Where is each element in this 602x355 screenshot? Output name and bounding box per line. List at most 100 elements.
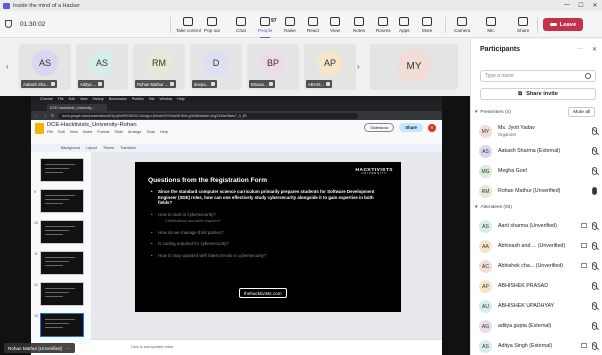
mic-off-icon[interactable] — [592, 342, 597, 350]
mac-menu-item[interactable]: Window — [159, 97, 172, 101]
mac-menu-item[interactable]: History — [93, 97, 104, 101]
participant-row[interactable]: AS Aakash Sharma (External) — [479, 143, 599, 161]
participant-row[interactable]: AU ABHISHEK UPADHYAY — [479, 298, 599, 316]
participant-row[interactable]: AS Aditya Singh (External) — [479, 338, 599, 355]
mac-menu-item[interactable]: File — [58, 97, 64, 101]
speaker-notes[interactable]: Click to add speaker notes — [91, 339, 442, 355]
rooms-button[interactable]: Rooms — [376, 14, 391, 36]
participant-tile[interactable]: AS Aditya ... — [76, 44, 128, 90]
slide-thumbnail[interactable]: 13 — [34, 313, 84, 337]
doc-menu-item[interactable]: Arrange — [128, 130, 142, 134]
participant-row[interactable]: AG aditya gupta (External) — [479, 318, 599, 336]
mac-menu-item[interactable]: Chrome — [40, 97, 53, 101]
reload-icon[interactable]: ↻ — [51, 113, 54, 118]
participant-tile[interactable]: AP ABHIS... — [304, 44, 356, 90]
view-button[interactable]: View — [330, 14, 340, 36]
participant-tile[interactable]: BP Bhawa... — [247, 44, 299, 90]
doc-menu-item[interactable]: Help — [160, 130, 168, 134]
raise-button[interactable]: Raise — [284, 14, 296, 36]
participant-row[interactable]: AS Aarti sharma (Unverified) — [479, 218, 599, 236]
mic-off-icon[interactable] — [592, 127, 597, 135]
slide-thumbnail[interactable]: 11 — [34, 251, 84, 275]
doc-menu-item[interactable]: Edit — [58, 130, 65, 134]
more-button[interactable]: More — [422, 14, 432, 36]
strip-prev-icon[interactable]: ‹ — [6, 62, 9, 71]
slides-share-button[interactable]: Share — [399, 123, 423, 132]
camera-button[interactable]: Camera — [454, 14, 470, 36]
url-field[interactable]: docs.google.com/presentation/d/1pxyDsRVE… — [58, 112, 359, 119]
participant-tile[interactable]: AS Aakash Sha... — [19, 44, 71, 90]
slide-thumbnail[interactable] — [40, 158, 84, 182]
mac-menu-item[interactable]: Edit — [69, 97, 75, 101]
pop-out-button[interactable]: Pop out — [204, 14, 220, 36]
mic-off-icon[interactable] — [592, 302, 597, 310]
doc-menu-item[interactable]: File — [47, 130, 53, 134]
mic-off-icon[interactable] — [592, 242, 597, 250]
back-icon[interactable]: ← — [35, 113, 39, 118]
doc-menu-item[interactable]: Insert — [83, 130, 93, 134]
participant-search-input[interactable]: Type a name — [480, 70, 596, 82]
strip-next-icon[interactable]: › — [357, 62, 360, 71]
share-button[interactable]: Share — [517, 14, 529, 36]
participant-tile[interactable]: MY — [370, 44, 458, 90]
more-icon[interactable]: ··· — [66, 346, 71, 351]
chat-button[interactable]: Chat — [236, 14, 246, 36]
doc-menu-item[interactable]: Tools — [146, 130, 155, 134]
take-control-button[interactable]: Take control — [176, 14, 201, 36]
mic-button[interactable]: Mic — [486, 14, 496, 36]
presenters-section[interactable]: ▾ Presenters (4) Mute all — [475, 107, 599, 117]
participant-row[interactable]: MY Ms. Jyoti Yadav Organizer — [479, 123, 599, 141]
participant-tile[interactable]: Ddeepa... — [190, 44, 242, 90]
mac-menu-item[interactable]: Tab — [149, 97, 155, 101]
forward-icon[interactable]: → — [43, 113, 47, 118]
participant-row[interactable]: AA Abhinash and ... (Unverified) — [479, 238, 599, 256]
minimize-icon[interactable]: — — [560, 2, 574, 9]
react-button[interactable]: React — [307, 14, 319, 36]
slides-tool-button[interactable]: Layout — [86, 146, 97, 150]
slides-tool-button[interactable]: Transition — [120, 146, 136, 150]
panel-more-icon[interactable]: ··· — [577, 46, 583, 53]
rooms-icon — [378, 17, 389, 26]
notes-button[interactable]: Notes — [353, 14, 365, 36]
meeting-toolbar: 01:30:02 Take control Pop out Chat 97 People… — [0, 11, 602, 38]
participant-row[interactable]: RM Rohan Mathur (Unverified) — [479, 183, 599, 201]
doc-menu-item[interactable]: Slide — [114, 130, 122, 134]
shield-icon[interactable] — [5, 20, 12, 28]
mic-off-icon[interactable] — [592, 262, 597, 270]
mic-off-icon[interactable] — [592, 282, 597, 290]
attendees-section[interactable]: ▾ Attendees (93) — [475, 205, 512, 210]
mic-off-icon[interactable] — [592, 222, 597, 230]
slide-thumbnail[interactable]: 12 — [34, 282, 84, 306]
mic-icon[interactable] — [592, 187, 597, 195]
doc-menu-item[interactable]: Format — [97, 130, 109, 134]
panel-close-icon[interactable]: ✕ — [592, 46, 597, 53]
slide-thumbnail[interactable]: 10 — [34, 220, 84, 244]
slide-thumbnail[interactable]: 9 — [34, 189, 84, 213]
mic-off-icon[interactable] — [592, 167, 597, 175]
mac-menu-item[interactable]: Help — [177, 97, 184, 101]
participant-row[interactable]: MG Megha Goel — [479, 163, 599, 181]
slideshow-button[interactable]: Slideshow — [364, 123, 395, 132]
current-slide[interactable]: Questions from the Registration Form HAC… — [135, 162, 401, 312]
mute-all-button[interactable]: Mute all — [568, 107, 595, 117]
mac-menu-item[interactable]: View — [80, 97, 88, 101]
leave-button[interactable]: Leave — [543, 18, 583, 31]
user-avatar[interactable]: R — [428, 123, 436, 132]
maximize-icon[interactable]: ☐ — [574, 2, 588, 9]
close-icon[interactable]: ✕ — [588, 2, 602, 9]
participant-tile[interactable]: RM Rohan Mathur ... — [133, 44, 185, 90]
share-invite-button[interactable]: ⧉ Share invite — [480, 88, 596, 100]
mic-off-icon[interactable] — [592, 322, 597, 330]
people-button[interactable]: 97 People — [258, 14, 277, 38]
mac-menu-item[interactable]: Bookmarks — [109, 97, 127, 101]
slides-tool-button[interactable]: Theme — [103, 146, 114, 150]
mic-off-icon[interactable] — [592, 147, 597, 155]
doc-menu-item[interactable]: View — [70, 130, 78, 134]
participant-row[interactable]: AC Abhishek cha... (Unverified) — [479, 258, 599, 276]
doc-title[interactable]: DCE-Hacktivists_University-Rohan — [47, 122, 137, 128]
participant-row[interactable]: AP ABHISHEK PRASAD — [479, 278, 599, 296]
mac-menu-item[interactable]: Profiles — [132, 97, 144, 101]
slides-tool-button[interactable]: Background — [61, 146, 80, 150]
apps-button[interactable]: Apps — [399, 14, 409, 36]
browser-tab[interactable]: DCE-Hacktivists_University-... — [47, 104, 107, 111]
